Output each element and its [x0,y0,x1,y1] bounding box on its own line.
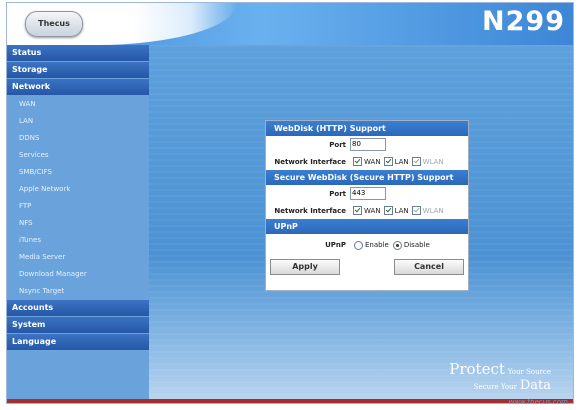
upnp-label: UPnP [325,241,346,249]
cancel-button[interactable]: Cancel [394,259,464,275]
webdisk-port-input[interactable]: 80 [350,138,386,151]
upnp-disable-radio[interactable] [392,240,402,250]
sidebar-item-smb-cifs[interactable]: SMB/CIFS [7,164,149,181]
sidebar-item-media-server[interactable]: Media Server [7,249,149,266]
sidebar-menu: Status Storage Network WAN LAN DDNS Serv… [7,45,149,400]
secure-port-label: Port [329,189,346,198]
footer-url[interactable]: www.thecus.com [509,398,568,406]
webdisk-lan-label: LAN [394,157,409,166]
webdisk-wlan-label: WLAN [422,157,444,166]
secure-wan-checkbox[interactable] [353,206,362,215]
tagline: Protect Your Source Secure Your Data [449,360,551,393]
secure-lan-checkbox[interactable] [383,206,393,215]
webdisk-wan-label: WAN [364,157,381,166]
apply-button[interactable]: Apply [270,259,340,275]
sidebar-item-nsync-target[interactable]: Nsync Target [7,283,149,300]
sidebar-item-download-manager[interactable]: Download Manager [7,266,149,283]
upnp-row: UPnP Enable Disable [266,234,468,256]
model-name: N299 [482,6,565,37]
webdisk-wan-checkbox[interactable] [353,157,362,166]
sidebar-item-nfs[interactable]: NFS [7,215,149,232]
footer-bar [7,399,573,403]
sidebar-category-system[interactable]: System [7,317,149,333]
secure-webdisk-section-header: Secure WebDisk (Secure HTTP) Support [266,170,468,185]
sidebar-item-lan[interactable]: LAN [7,113,149,130]
thecus-logo[interactable]: Thecus [25,11,83,37]
secure-interface-label: Network Interface [274,206,346,215]
secure-wlan-label: WLAN [422,206,444,215]
webdisk-settings-panel: WebDisk (HTTP) Support Port 80 Network I… [265,120,469,291]
secure-wan-label: WAN [364,206,381,215]
tagline-protect: Protect [449,360,505,378]
secure-port-row: Port 443 [266,185,468,202]
webdisk-port-row: Port 80 [266,136,468,153]
sidebar-category-network[interactable]: Network [7,79,149,95]
webdisk-interface-row: Network Interface WAN LAN WLAN [266,153,468,170]
webdisk-lan-checkbox[interactable] [383,157,393,166]
upnp-section-header: UPnP [266,219,468,234]
sidebar-category-status[interactable]: Status [7,45,149,61]
sidebar-item-apple-network[interactable]: Apple Network [7,181,149,198]
webdisk-wlan-checkbox [411,157,421,166]
secure-lan-label: LAN [394,206,409,215]
dialog-button-row: Apply Cancel [266,256,468,278]
tagline-data: Data [519,378,551,393]
upnp-enable-label: Enable [365,241,389,249]
sidebar-item-wan[interactable]: WAN [7,96,149,113]
sidebar-item-services[interactable]: Services [7,147,149,164]
secure-port-input[interactable]: 443 [350,187,386,200]
sidebar-category-language[interactable]: Language [7,334,149,350]
tagline-secure-your: Secure Your [473,383,517,391]
webdisk-port-label: Port [329,140,346,149]
upnp-disable-label: Disable [403,241,430,249]
webdisk-interface-label: Network Interface [274,157,346,166]
secure-interface-row: Network Interface WAN LAN WLAN [266,202,468,219]
sidebar-category-storage[interactable]: Storage [7,62,149,78]
tagline-your-source: Your Source [507,368,551,376]
sidebar-item-ftp[interactable]: FTP [7,198,149,215]
webdisk-section-header: WebDisk (HTTP) Support [266,121,468,136]
sidebar-category-accounts[interactable]: Accounts [7,300,149,316]
header-banner: Thecus N299 [7,3,573,45]
secure-wlan-checkbox [411,206,421,215]
upnp-enable-radio[interactable] [354,240,363,250]
sidebar-item-itunes[interactable]: iTunes [7,232,149,249]
sidebar-item-ddns[interactable]: DDNS [7,130,149,147]
